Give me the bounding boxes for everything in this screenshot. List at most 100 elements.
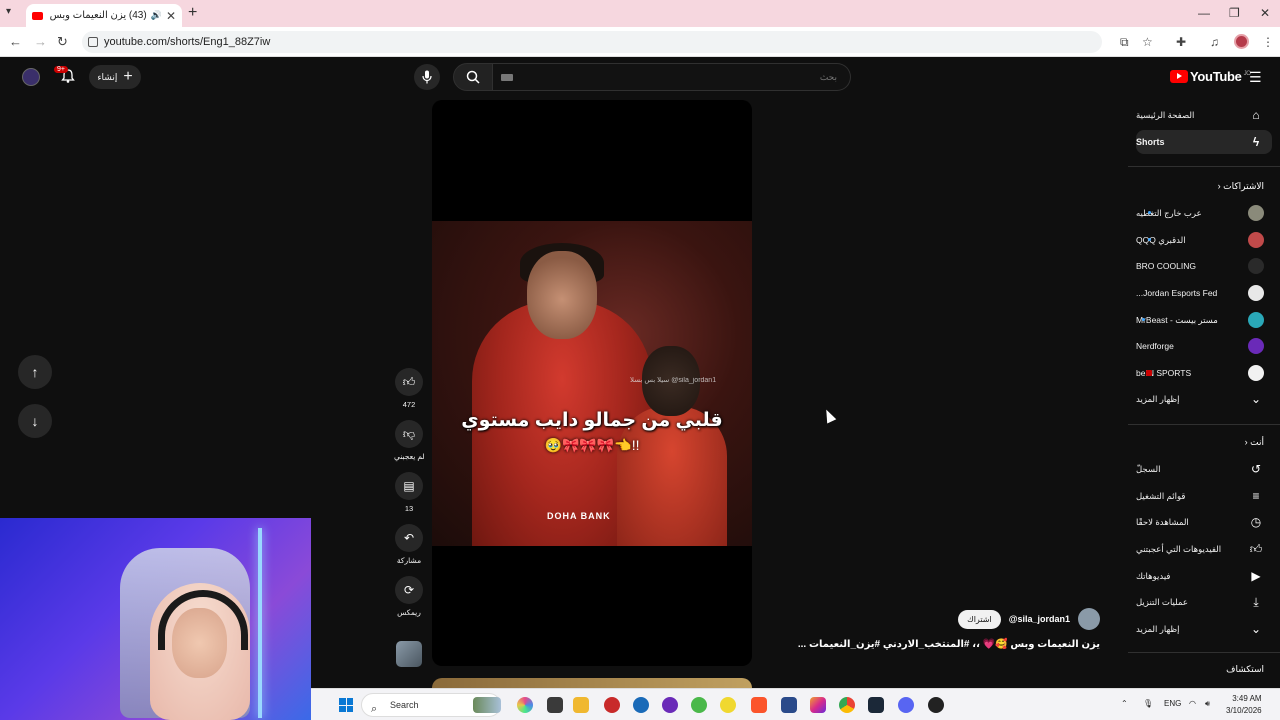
media-control-icon[interactable]: ♫	[1210, 35, 1219, 49]
previous-short-button[interactable]: ↑	[18, 355, 52, 389]
browser-menu-icon[interactable]: ⋮	[1262, 35, 1274, 49]
sidebar-item-subscription[interactable]: BRO COOLING	[1136, 254, 1272, 278]
new-tab-button[interactable]: +	[188, 4, 197, 22]
sidebar-item-show-more[interactable]: إظهار المزيد ⌄	[1136, 387, 1272, 411]
extensions-icon[interactable]: ✚	[1176, 35, 1186, 49]
shield-app-icon[interactable]	[781, 697, 797, 713]
home-icon: ⌂	[1252, 108, 1260, 122]
sidebar-item-subscription[interactable]: Nerdforge	[1136, 334, 1272, 358]
keyboard-icon[interactable]	[501, 74, 513, 81]
sidebar-item-label: Jordan Esports Fed...	[1136, 288, 1218, 298]
windows-taskbar: ⌕ Search ⌃ 🎙︎ ENG ◠ 🔊︎ 3:49 AM 3/10/2026	[311, 688, 1280, 720]
url-text: youtube.com/shorts/Eng1_88Z7iw	[104, 36, 271, 48]
like-button[interactable]: 👍︎	[395, 368, 423, 396]
sidebar-item-subscription[interactable]: مستر بيست - MrBeast	[1136, 308, 1272, 332]
video-watermark: سيلا بس بسلا @sila_jordan1	[630, 377, 717, 384]
sidebar-item-subscription[interactable]: الدقبري QQQ	[1136, 228, 1272, 252]
sidebar-item-subscription[interactable]: beIN SPORTS	[1136, 361, 1272, 385]
discord-icon[interactable]	[898, 697, 914, 713]
close-window-icon[interactable]: ✕	[1260, 6, 1270, 20]
next-short-button[interactable]: ↓	[18, 404, 52, 438]
copilot-icon[interactable]	[517, 697, 533, 713]
sound-thumbnail[interactable]	[396, 641, 422, 667]
widgets-icon[interactable]	[473, 697, 501, 713]
dislike-button[interactable]: 👎︎	[395, 420, 423, 448]
app-icon-yellow[interactable]	[720, 697, 736, 713]
sidebar-item-home[interactable]: الصفحة الرئيسية ⌂	[1136, 103, 1272, 127]
player-face-left	[527, 251, 597, 339]
comments-button[interactable]: ▤	[395, 472, 423, 500]
file-explorer-icon[interactable]	[573, 697, 589, 713]
short-title[interactable]: يزن النعيمات وبس 🥰💗 ،، #المنتخب_الاردني …	[798, 639, 1100, 650]
taskbar-clock[interactable]: 3:49 AM 3/10/2026	[1226, 693, 1262, 717]
channel-avatar[interactable]	[1078, 608, 1100, 630]
short-video-player[interactable]: DOHA BANK سيلا بس بسلا @sila_jordan1 قلب…	[432, 100, 752, 666]
app-icon-c[interactable]	[633, 697, 649, 713]
sidebar-item-history[interactable]: السجلّ ↺	[1136, 457, 1272, 481]
search-field[interactable]	[493, 63, 851, 91]
app-icon-purple[interactable]	[662, 697, 678, 713]
comments-count: 13	[404, 504, 414, 513]
back-icon[interactable]: ←	[9, 34, 22, 49]
new-content-dot	[1148, 211, 1151, 214]
voice-search-button[interactable]	[414, 64, 440, 90]
subscriptions-heading[interactable]: الاشتراكات ‹	[1136, 181, 1272, 192]
app-icon-dark[interactable]	[928, 697, 944, 713]
share-button[interactable]: ↶	[395, 524, 423, 552]
site-info-icon[interactable]	[88, 37, 98, 47]
profile-avatar[interactable]	[1234, 34, 1249, 49]
guide-menu-icon[interactable]: ☰	[1249, 69, 1262, 86]
subscriptions-heading-label: الاشتراكات	[1223, 181, 1264, 191]
app-icon-green[interactable]	[691, 697, 707, 713]
next-short-preview[interactable]	[432, 678, 752, 688]
you-heading[interactable]: أنت ‹	[1136, 437, 1272, 448]
wifi-icon[interactable]: ◠	[1189, 699, 1196, 708]
like-action: 👍︎ 472	[394, 368, 424, 409]
address-bar[interactable]: youtube.com/shorts/Eng1_88Z7iw	[82, 31, 1102, 53]
channel-handle[interactable]: @sila_jordan1	[1009, 614, 1070, 624]
app-icon-red[interactable]	[604, 697, 620, 713]
bookmark-star-icon[interactable]: ☆	[1142, 35, 1153, 49]
minimize-icon[interactable]: —	[1198, 6, 1210, 20]
cast-icon[interactable]: ⧉	[1120, 35, 1129, 50]
volume-icon[interactable]: 🔊︎	[1205, 699, 1210, 709]
youtube-logo[interactable]: YouTube JO	[1170, 69, 1251, 84]
instagram-icon[interactable]	[810, 697, 826, 713]
tab-list-icon[interactable]: ▾	[6, 6, 11, 17]
tray-mic-icon[interactable]: 🎙︎	[1143, 699, 1153, 708]
sidebar-item-playlists[interactable]: قوائم التشغيل ≡	[1136, 484, 1272, 508]
tab-audio-icon[interactable]: 🔊	[151, 10, 162, 21]
search-button[interactable]	[453, 63, 493, 91]
sidebar-item-shorts[interactable]: Shorts ϟ	[1136, 130, 1272, 154]
language-indicator[interactable]: ENG	[1164, 699, 1181, 708]
reload-icon[interactable]: ↻	[57, 34, 68, 50]
search-input[interactable]	[523, 64, 843, 90]
comment-icon: ▤	[403, 479, 415, 493]
brave-icon[interactable]	[751, 697, 767, 713]
youtube-favicon-icon	[32, 11, 43, 20]
sidebar-item-liked-videos[interactable]: الفيديوهات التي أعجبتني 👍︎	[1136, 537, 1272, 561]
account-avatar[interactable]	[22, 68, 40, 86]
browser-tab-active[interactable]: (43) يزن النعيمات وبس 🥰💗 🔊 ✕	[26, 4, 182, 27]
sidebar-item-watch-later[interactable]: المشاهدة لاحقًا ◷	[1136, 510, 1272, 534]
sidebar-item-show-more[interactable]: إظهار المزيد ⌄	[1136, 617, 1272, 641]
remix-button[interactable]: ⟳	[395, 576, 423, 604]
sidebar-item-label: إظهار المزيد	[1136, 623, 1180, 634]
task-view-icon[interactable]	[547, 697, 563, 713]
chrome-icon[interactable]	[839, 697, 855, 713]
watch-later-icon: ◷	[1250, 515, 1262, 529]
windows-start-icon[interactable]	[339, 698, 353, 712]
sidebar-item-label: Nerdforge	[1136, 341, 1174, 351]
sidebar-item-downloads[interactable]: عمليات التنزيل ⤓	[1136, 590, 1272, 614]
create-button[interactable]: إنشاء +	[89, 65, 141, 89]
subscribe-button[interactable]: اشتراك	[958, 609, 1001, 629]
sidebar-item-subscription[interactable]: عرب خارج التغطيه	[1136, 201, 1272, 225]
tray-chevron-icon[interactable]: ⌃	[1121, 699, 1128, 708]
restore-icon[interactable]: ❐	[1229, 6, 1240, 20]
share-label: مشاركة	[396, 556, 422, 565]
steam-icon[interactable]	[868, 697, 884, 713]
forward-icon[interactable]: →	[34, 34, 47, 49]
sidebar-item-subscription[interactable]: Jordan Esports Fed...	[1136, 281, 1272, 305]
sidebar-item-your-videos[interactable]: فيديوهاتك ▶	[1136, 564, 1272, 588]
tab-close-icon[interactable]: ✕	[166, 9, 176, 23]
